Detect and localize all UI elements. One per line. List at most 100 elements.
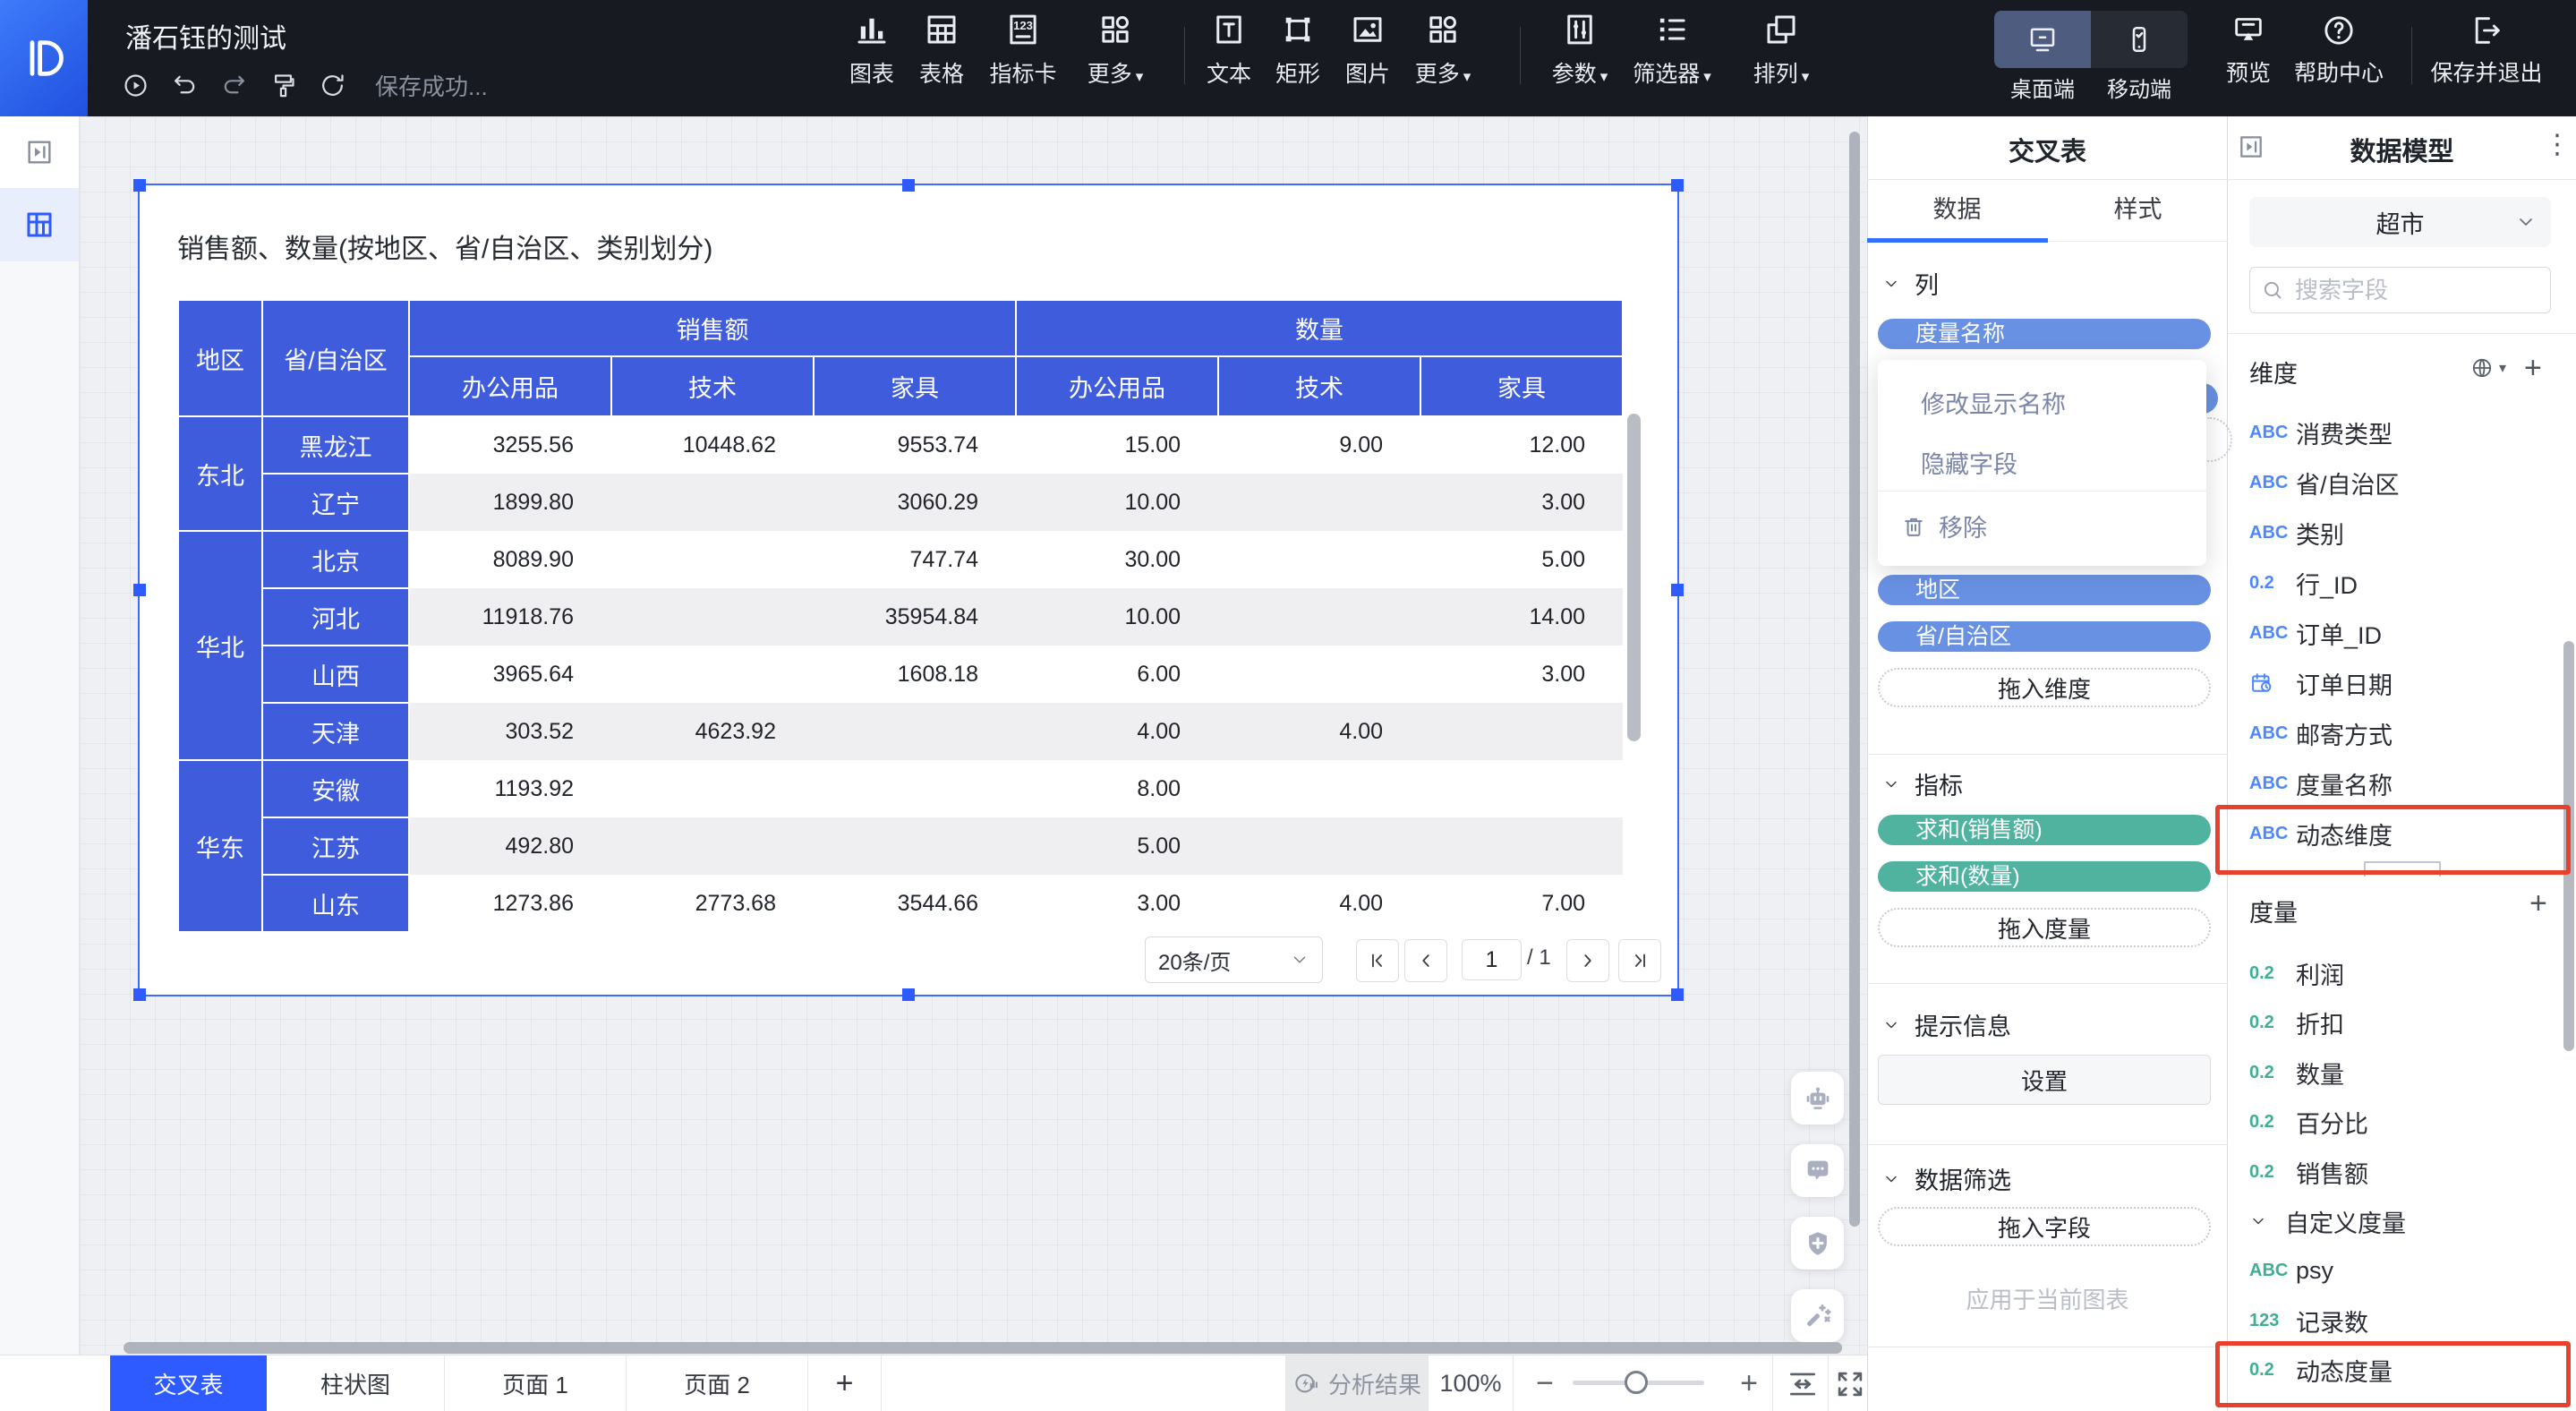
field-item-销售额[interactable]: 0.2销售额 — [2249, 1147, 2558, 1197]
next-page-button[interactable] — [1566, 939, 1609, 982]
tab-style[interactable]: 样式 — [2048, 190, 2228, 225]
table-scrollbar[interactable] — [1627, 414, 1641, 741]
add-dimension-button[interactable]: + — [2524, 356, 2542, 380]
selection-handle-nw[interactable] — [133, 179, 146, 192]
add-page-button[interactable]: + — [808, 1355, 882, 1411]
dataset-select[interactable]: 超市 — [2249, 197, 2551, 247]
drop-measure-zone[interactable]: 拖入度量 — [1878, 908, 2211, 947]
selection-handle-se[interactable] — [1671, 988, 1684, 1001]
pill-region[interactable]: 地区 — [1878, 575, 2211, 605]
field-item-动态度量[interactable]: 0.2动态度量 — [2249, 1345, 2558, 1395]
selection-handle-n[interactable] — [902, 179, 915, 192]
field-item-省/自治区[interactable]: ABC省/自治区 — [2249, 458, 2558, 508]
fit-width-icon[interactable] — [1786, 1367, 1820, 1401]
field-item-自定义度量[interactable]: 自定义度量 — [2249, 1196, 2558, 1246]
selection-handle-e[interactable] — [1671, 584, 1684, 596]
section-columns[interactable]: 列 — [1882, 266, 1939, 301]
redo-icon[interactable] — [220, 72, 248, 99]
document-title[interactable]: 潘石钰的测试 — [125, 16, 286, 56]
field-search-input[interactable] — [2293, 276, 2539, 305]
drop-filter-field-zone[interactable]: 拖入字段 — [1878, 1207, 2211, 1246]
section-metrics[interactable]: 指标 — [1882, 766, 1963, 801]
value-cell: 3.00 — [1420, 474, 1623, 531]
pill-sum-sales[interactable]: 求和(销售额) — [1878, 815, 2211, 845]
section-data-filter[interactable]: 数据筛选 — [1882, 1161, 2011, 1196]
field-item-度量名称[interactable]: ABC度量名称 — [2249, 758, 2558, 808]
pill-sum-quantity[interactable]: 求和(数量) — [1878, 861, 2211, 892]
toolbar-arrange-button[interactable]: 排列▾ — [1714, 11, 1848, 89]
menu-item-remove[interactable]: 移除 — [1901, 509, 1987, 543]
pill-province[interactable]: 省/自治区 — [1878, 621, 2211, 652]
bottom-tab-page1[interactable]: 页面 1 — [445, 1355, 627, 1411]
tab-data[interactable]: 数据 — [1867, 190, 2047, 225]
bottom-tab-crosstab[interactable]: 交叉表 — [110, 1355, 267, 1411]
value-cell: 303.52 — [409, 703, 611, 760]
magic-button[interactable] — [1791, 1289, 1844, 1342]
prev-page-button[interactable] — [1404, 939, 1447, 982]
zoom-slider-knob[interactable] — [1625, 1371, 1648, 1394]
selection-handle-w[interactable] — [133, 584, 146, 596]
field-item-记录数[interactable]: 123记录数 — [2249, 1296, 2558, 1346]
ai-assistant-button[interactable] — [1791, 1072, 1844, 1125]
field-item-行_ID[interactable]: 0.2行_ID — [2249, 558, 2558, 608]
value-cell: 3.00 — [1420, 646, 1623, 703]
globe-caret-icon[interactable]: ▾ — [2499, 359, 2506, 377]
refresh-icon[interactable] — [319, 72, 346, 99]
field-name: 自定义度量 — [2285, 1204, 2406, 1239]
bottom-tab-barchart[interactable]: 柱状图 — [267, 1355, 445, 1411]
drop-dimension-zone[interactable]: 拖入维度 — [1878, 668, 2211, 707]
fullscreen-icon[interactable] — [1833, 1367, 1867, 1401]
zoom-out-button[interactable]: − — [1527, 1355, 1563, 1411]
field-item-动态维度[interactable]: ABC动态维度 — [2249, 808, 2558, 859]
save-exit-button[interactable]: 保存并退出 — [2415, 13, 2558, 88]
selection-handle-ne[interactable] — [1671, 179, 1684, 192]
security-button[interactable] — [1791, 1217, 1844, 1270]
field-item-利润[interactable]: 0.2利润 — [2249, 948, 2558, 998]
sidebar-collapse-button[interactable] — [0, 116, 80, 189]
field-item-订单日期[interactable]: 订单日期 — [2249, 658, 2558, 708]
last-page-button[interactable] — [1618, 939, 1661, 982]
history-icon[interactable] — [122, 72, 149, 99]
kebab-menu-icon[interactable]: ⋮ — [2544, 129, 2571, 160]
desktop-toggle-button[interactable] — [1994, 11, 2091, 68]
more-media-icon — [1424, 11, 1462, 48]
toolbar-more-media-button[interactable]: 更多▾ — [1376, 11, 1510, 89]
section-tooltip[interactable]: 提示信息 — [1882, 1007, 2011, 1042]
app-logo[interactable] — [0, 0, 88, 116]
comment-button[interactable] — [1791, 1144, 1844, 1197]
field-item-消费类型[interactable]: ABC消费类型 — [2249, 407, 2558, 458]
value-cell: 3965.64 — [409, 646, 611, 703]
pill-measure-name[interactable]: 度量名称 — [1878, 319, 2211, 349]
bottom-tab-page2[interactable]: 页面 2 — [627, 1355, 808, 1411]
format-brush-icon[interactable] — [269, 72, 297, 99]
zoom-in-button[interactable]: + — [1731, 1355, 1767, 1411]
mobile-toggle-button[interactable] — [2091, 11, 2188, 68]
analysis-result-button[interactable]: 分析结果 — [1285, 1355, 1429, 1411]
save-exit-label: 保存并退出 — [2430, 56, 2542, 88]
sidebar-item-components[interactable] — [0, 188, 79, 261]
page-size-select[interactable]: 20条/页 — [1145, 936, 1323, 983]
field-item-百分比[interactable]: 0.2百分比 — [2249, 1097, 2558, 1147]
panel-scrollbar[interactable] — [2563, 641, 2574, 1051]
value-cell: 1899.80 — [409, 474, 611, 531]
menu-item-hide[interactable]: 隐藏字段 — [1921, 445, 2017, 480]
add-measure-button[interactable]: + — [2529, 892, 2547, 915]
first-page-button[interactable] — [1356, 939, 1399, 982]
field-item-数量[interactable]: 0.2数量 — [2249, 1048, 2558, 1098]
field-item-订单_ID[interactable]: ABC订单_ID — [2249, 608, 2558, 658]
field-item-邮寄方式[interactable]: ABC邮寄方式 — [2249, 708, 2558, 758]
selection-handle-sw[interactable] — [133, 988, 146, 1001]
tooltip-settings-button[interactable]: 设置 — [1878, 1055, 2211, 1105]
help-center-button[interactable]: 帮助中心 — [2267, 13, 2410, 88]
undo-icon[interactable] — [171, 72, 199, 99]
page-number-input[interactable] — [1462, 939, 1522, 980]
canvas-vertical-scrollbar[interactable] — [1849, 132, 1860, 1227]
selection-handle-s[interactable] — [902, 988, 915, 1001]
menu-item-rename[interactable]: 修改显示名称 — [1921, 385, 2066, 420]
canvas-horizontal-scrollbar[interactable] — [124, 1342, 1842, 1354]
field-item-类别[interactable]: ABC类别 — [2249, 508, 2558, 558]
field-item-折扣[interactable]: 0.2折扣 — [2249, 997, 2558, 1048]
field-item-psy[interactable]: ABCpsy — [2249, 1245, 2558, 1296]
globe-icon[interactable] — [2470, 356, 2494, 380]
value-cell: 3.00 — [1016, 875, 1218, 932]
